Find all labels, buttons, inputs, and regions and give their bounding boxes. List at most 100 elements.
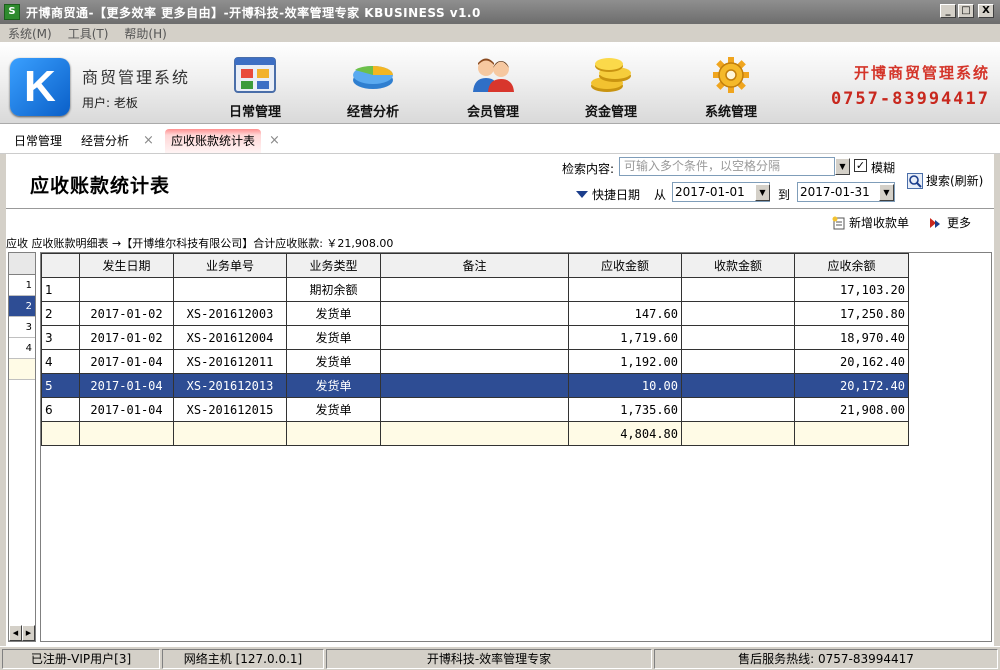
column-header[interactable]: 备注 (380, 253, 569, 278)
received-cell (681, 277, 795, 302)
nav-business-analysis[interactable]: 经营分析 (328, 56, 418, 122)
table-row[interactable]: 1 期初余额 17,103.20 (41, 277, 909, 302)
nav-member-management[interactable]: 会员管理 (448, 56, 538, 122)
menu-tools[interactable]: 工具(T) (60, 25, 117, 42)
triangle-down-icon (576, 191, 588, 198)
status-company: 开博科技-效率管理专家 (326, 649, 652, 669)
side-index-grid: 1 2 3 4 ◀ ▶ (8, 252, 36, 642)
new-receipt-label: 新增收款单 (849, 216, 910, 230)
received-cell (681, 325, 795, 350)
doc-cell (173, 277, 287, 302)
doc-cell: XS-201612011 (173, 349, 287, 374)
current-user: 用户: 老板 (82, 96, 138, 110)
balance-cell: 21,908.00 (794, 397, 909, 422)
date-cell: 2017-01-02 (79, 301, 174, 326)
receivables-grid: 发生日期 业务单号 业务类型 备注 应收金额 收款金额 应收余额 1 期初余额 (40, 252, 992, 642)
nav-label: 会员管理 (466, 105, 519, 120)
table-row[interactable]: 3 2017-01-02 XS-201612004 发货单 1,719.60 1… (41, 325, 909, 350)
content-panel: 应收账款统计表 检索内容: 可输入多个条件，以空格分隔 ▼ ✓ 模糊 搜索(刷新… (6, 154, 994, 646)
maximize-button[interactable]: □ (958, 4, 974, 18)
total-cell-empty (173, 421, 287, 446)
company-brand: 开博商贸管理系统 0757-83994417 (831, 62, 990, 109)
title-bar: S 开博商贸通-【更多效率 更多自由】-开博科技-效率管理专家 KBUSINES… (0, 0, 1000, 24)
quick-date-toggle[interactable]: 快捷日期 (576, 186, 640, 203)
receivable-cell (568, 277, 682, 302)
close-button[interactable]: X (978, 4, 994, 18)
system-name: 商贸管理系统 (82, 68, 191, 87)
tab-daily-management[interactable]: 日常管理 (14, 129, 62, 153)
column-header-index (41, 253, 80, 278)
nav-fund-management[interactable]: 资金管理 (566, 56, 656, 122)
nav-daily-management[interactable]: 日常管理 (210, 56, 300, 122)
balance-cell: 18,970.40 (794, 325, 909, 350)
scroll-right-icon[interactable]: ▶ (22, 625, 35, 641)
column-header[interactable]: 收款金额 (681, 253, 795, 278)
side-index-header (9, 253, 35, 275)
row-number: 1 (41, 277, 80, 302)
divider (6, 208, 994, 209)
more-label: 更多 (947, 216, 972, 230)
menu-bar: 系统(M) 工具(T) 帮助(H) (0, 24, 1000, 42)
minimize-button[interactable]: _ (940, 4, 956, 18)
table-row[interactable]: 6 2017-01-04 XS-201612015 发货单 1,735.60 2… (41, 397, 909, 422)
gear-icon (713, 57, 749, 93)
more-button[interactable]: 更多 (928, 214, 971, 231)
search-button-label: 搜索(刷新) (926, 174, 984, 188)
note-cell (380, 301, 569, 326)
side-index-row[interactable]: 1 (9, 275, 35, 296)
type-cell: 发货单 (286, 373, 381, 398)
quick-date-label: 快捷日期 (592, 188, 641, 202)
header-banner: K 商贸管理系统 用户: 老板 日常管理 经营分析 会员管理 资金管理 系统管理… (0, 42, 1000, 124)
fuzzy-label: 模糊 (871, 161, 896, 175)
tab-business-analysis[interactable]: 经营分析 (81, 129, 129, 153)
scroll-left-icon[interactable]: ◀ (9, 625, 22, 641)
note-cell (380, 373, 569, 398)
date-cell: 2017-01-04 (79, 397, 174, 422)
row-number: 6 (41, 397, 80, 422)
new-receipt-button[interactable]: 新增收款单 (832, 214, 909, 231)
table-header-row: 发生日期 业务单号 业务类型 备注 应收金额 收款金额 应收余额 (41, 253, 909, 278)
total-row: 4,804.80 (41, 421, 909, 446)
column-header[interactable]: 发生日期 (79, 253, 174, 278)
balance-cell: 20,162.40 (794, 349, 909, 374)
app-logo: K (10, 58, 70, 116)
side-index-row[interactable]: 3 (9, 317, 35, 338)
page-title: 应收账款统计表 (30, 175, 171, 197)
receivable-cell: 1,192.00 (568, 349, 682, 374)
window-title: 开博商贸通-【更多效率 更多自由】-开博科技-效率管理专家 KBUSINESS … (26, 5, 481, 20)
status-registration: 已注册-VIP用户[3] (2, 649, 160, 669)
side-index-row[interactable]: 4 (9, 338, 35, 359)
doc-cell: XS-201612003 (173, 301, 287, 326)
doc-cell: XS-201612013 (173, 373, 287, 398)
table-row-selected[interactable]: 5 2017-01-04 XS-201612013 发货单 10.00 20,1… (41, 373, 909, 398)
date-cell: 2017-01-04 (79, 349, 174, 374)
table-row[interactable]: 2 2017-01-02 XS-201612003 发货单 147.60 17,… (41, 301, 909, 326)
search-button[interactable]: 搜索(刷新) (907, 172, 983, 189)
chevron-down-icon[interactable]: ▼ (879, 184, 894, 201)
column-header[interactable]: 业务单号 (173, 253, 287, 278)
column-header[interactable]: 应收余额 (794, 253, 909, 278)
chevron-down-icon[interactable]: ▼ (835, 158, 850, 175)
menu-system[interactable]: 系统(M) (0, 25, 60, 42)
type-cell: 发货单 (286, 397, 381, 422)
pie-chart-icon (353, 65, 393, 89)
close-icon[interactable]: × (143, 129, 154, 153)
tab-strip: 日常管理 经营分析 × 应收账款统计表 × (0, 124, 1000, 154)
chevron-down-icon[interactable]: ▼ (755, 184, 770, 201)
table-row[interactable]: 4 2017-01-04 XS-201612011 发货单 1,192.00 2… (41, 349, 909, 374)
side-index-row[interactable]: 2 (9, 296, 35, 317)
tab-receivables-report[interactable]: 应收账款统计表 (165, 129, 262, 153)
nav-system-management[interactable]: 系统管理 (686, 56, 776, 122)
date-cell (79, 277, 174, 302)
search-input[interactable]: 可输入多个条件，以空格分隔 (619, 157, 835, 176)
menu-help[interactable]: 帮助(H) (116, 25, 174, 42)
column-header[interactable]: 应收金额 (568, 253, 682, 278)
horizontal-scrollbar[interactable]: ◀ ▶ (9, 625, 35, 641)
nav-label: 系统管理 (704, 105, 757, 120)
column-header[interactable]: 业务类型 (286, 253, 381, 278)
nav-label: 经营分析 (346, 105, 399, 120)
close-icon[interactable]: × (269, 129, 280, 153)
balance-cell: 20,172.40 (794, 373, 909, 398)
to-label: 到 (778, 188, 791, 202)
fuzzy-checkbox[interactable]: ✓ (854, 159, 867, 172)
